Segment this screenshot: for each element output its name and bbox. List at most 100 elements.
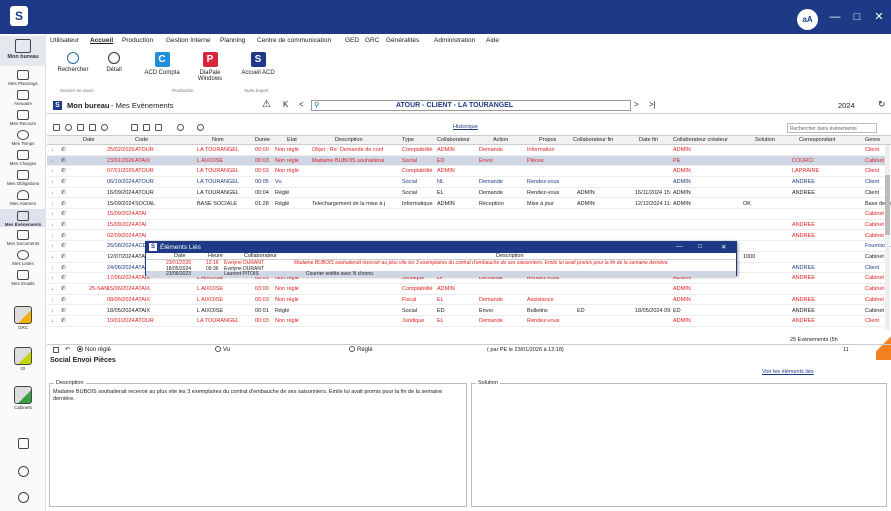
menu-gestion-interne[interactable]: Gestion Interne: [166, 37, 210, 44]
col-code[interactable]: Code: [135, 137, 148, 143]
sidebar-item-charges[interactable]: Mes Charges: [0, 150, 46, 166]
popup-row[interactable]: 23/06/2023 Laurent PITOIS Courrier entête …: [146, 271, 736, 277]
link-icon[interactable]: [101, 124, 108, 131]
table-row[interactable]: ↓ ✆ 18/05/2024 ATAIX L AIXOISE 00:01 Réglé Soci…: [47, 306, 887, 317]
sidebar-item-evenements[interactable]: Mes Évènements: [0, 209, 46, 227]
col-genre[interactable]: Genre: [865, 137, 880, 143]
historique-link[interactable]: Historique: [453, 124, 478, 130]
sidebar-item-documents[interactable]: Mes Documents: [0, 230, 46, 246]
sidebar-item-cabinets[interactable]: Cabinets: [0, 386, 46, 410]
table-row[interactable]: ↓ ✆ 15/09/2024 SOCIAL BASE SOCIALE 01:28 Réglé…: [47, 199, 891, 210]
close-button[interactable]: ✕: [872, 10, 886, 24]
solution-panel[interactable]: Solution: [471, 380, 887, 507]
print-icon[interactable]: [89, 124, 96, 131]
table-row[interactable]: ↓ ✆ 25-SAN 15/06/2024 ATAIX L AIXOISE 03:00 Non…: [47, 284, 887, 295]
sidebar-item-gi[interactable]: GI: [0, 347, 46, 371]
sidebar-item-obligations[interactable]: Mes Obligations: [0, 170, 46, 186]
table-row[interactable]: ↓ ✆ 15/09/2024 ATAI Cabinet: [47, 209, 887, 220]
sidebar-item-emails[interactable]: Mes Emails: [0, 270, 46, 286]
col-duree[interactable]: Durée: [255, 137, 270, 143]
sidebar-item-temps[interactable]: Mes Temps: [0, 130, 46, 146]
chart-icon[interactable]: [131, 124, 138, 131]
menu-ged[interactable]: GED: [345, 37, 359, 44]
undo-icon[interactable]: ↶: [65, 346, 70, 353]
table-row[interactable]: ↓ ✆ 07/01/2026 ATOUR LA TOURANGEL 00:03 Non ré…: [47, 166, 887, 177]
sidebar-item-grc[interactable]: GRC: [0, 306, 46, 330]
table-row[interactable]: ↓ ✆ 23/01/2026 ATAIX L AIXOISE 00:03 Non réglé…: [47, 155, 887, 167]
info-button[interactable]: [0, 492, 46, 503]
vertical-scrollbar[interactable]: [885, 145, 890, 330]
menu-grc[interactable]: GRC: [365, 37, 379, 44]
refresh-icon[interactable]: [177, 124, 184, 131]
maximize-button[interactable]: □: [850, 10, 864, 24]
col-description[interactable]: Description: [335, 137, 363, 143]
next-button[interactable]: >: [634, 100, 639, 109]
last-button[interactable]: >|: [649, 100, 656, 109]
col-solution[interactable]: Solution: [755, 137, 775, 143]
popup-close[interactable]: ✕: [721, 243, 726, 251]
col-etat[interactable]: Etat: [287, 137, 297, 143]
minimize-button[interactable]: —: [828, 10, 842, 24]
col-collaborateur-fin[interactable]: Collaborateur fin: [573, 137, 613, 143]
detail-button[interactable]: Détail: [99, 52, 129, 73]
new-icon[interactable]: [53, 124, 60, 131]
refresh-icon[interactable]: ↻: [878, 99, 886, 110]
menu-accueil[interactable]: Accueil: [90, 37, 113, 44]
first-button[interactable]: K: [283, 100, 288, 109]
export-icon[interactable]: [155, 124, 162, 131]
radio-regle[interactable]: Réglé: [349, 346, 373, 353]
sidebar-item-mon-bureau[interactable]: Mon bureau: [0, 36, 46, 66]
diapaie-button[interactable]: P DiaPaie Windows: [190, 52, 230, 82]
client-field[interactable]: ⚲ ATOUR - CLIENT - LA TOURANGEL: [311, 100, 631, 111]
col-correspondant[interactable]: Correspondant: [799, 137, 835, 143]
table-row[interactable]: ↓ ✆ 10/01/2024 ATOUR LA TOURANGEL 00:03 Non ré…: [47, 316, 887, 327]
linked-elements-link[interactable]: Voir les éléments liés: [762, 369, 814, 375]
popup-maximize[interactable]: □: [698, 243, 702, 250]
search-button[interactable]: [0, 466, 46, 477]
settings-icon[interactable]: [197, 124, 204, 131]
col-type[interactable]: Type: [402, 137, 414, 143]
menu-administration[interactable]: Administration: [434, 37, 475, 44]
popup-minimize[interactable]: —: [676, 243, 683, 250]
event-search-input[interactable]: Rechercher dans évènements: [787, 123, 877, 133]
col-date[interactable]: Date: [83, 137, 95, 143]
sidebar-item-listes[interactable]: Mes Listes: [0, 250, 46, 266]
table-row[interactable]: ↓ ✆ 16/09/2024 ATOUR LA TOURANGEL 00:04 Réglé S…: [47, 188, 887, 199]
radio-non-regle[interactable]: Non réglé: [77, 346, 111, 353]
col-collaborateur-createur[interactable]: Collaborateur créateur: [673, 137, 728, 143]
col-action[interactable]: Action: [493, 137, 508, 143]
avatar[interactable]: aA: [797, 9, 818, 30]
table-row[interactable]: ↓ ✆ 08/06/2024 ATAIX L AIXOISE 00:03 Non réglé…: [47, 295, 887, 306]
help-button[interactable]: [0, 438, 46, 449]
save-icon[interactable]: [53, 347, 59, 353]
accueil-acd-button[interactable]: S Accueil ACD: [238, 52, 278, 76]
sidebar-item-plannings[interactable]: Mes Plannings: [0, 70, 46, 86]
acd-compta-button[interactable]: C ACD Compta: [142, 52, 182, 76]
sidebar-item-annuaire[interactable]: Annuaire: [0, 90, 46, 106]
menu-aide[interactable]: Aide: [486, 37, 499, 44]
menu-generalites[interactable]: Généralités: [386, 37, 419, 44]
col-nom[interactable]: Nom: [212, 137, 224, 143]
menu-production[interactable]: Production: [122, 37, 153, 44]
table-row[interactable]: ↓ ✆ 25/02/2026 ATOUR LA TOURANGEL 00:00 Non ré…: [47, 145, 887, 156]
description-panel[interactable]: Description Madame BUBOIS souhaiterait r…: [49, 380, 467, 507]
prev-button[interactable]: <: [299, 100, 304, 109]
table-row[interactable]: ↓ ✆ 06/10/2024 ATOUR LA TOURANGEL 00:05 Vu Soci…: [47, 177, 887, 188]
col-date-fin[interactable]: Date fin: [639, 137, 658, 143]
table-row[interactable]: ↓ ✆ 15/09/2024 ATAI ANDREE Cabinet: [47, 220, 887, 231]
menu-utilisateur[interactable]: Utilisateur: [50, 37, 79, 44]
grid-icon[interactable]: [143, 124, 150, 131]
sidebar-item-recours[interactable]: Mes Recours: [0, 110, 46, 126]
menu-centre-communication[interactable]: Centre de communication: [257, 37, 331, 44]
col-propos[interactable]: Propos: [539, 137, 556, 143]
delete-icon[interactable]: [77, 124, 84, 131]
sidebar-item-alarmes[interactable]: Mes Alarmes: [0, 190, 46, 206]
radio-vu[interactable]: Vu: [215, 346, 230, 353]
col-collaborateur[interactable]: Collaborateur: [437, 137, 470, 143]
warning-icon[interactable]: ⚠: [262, 99, 271, 110]
menu-planning[interactable]: Planning: [220, 37, 245, 44]
scrollbar-thumb[interactable]: [885, 175, 890, 235]
table-row[interactable]: ↓ ✆ 02/09/2024 ATAI ANDREE Cabinet: [47, 231, 887, 242]
search-icon[interactable]: [65, 124, 72, 131]
rechercher-button[interactable]: Rechercher: [55, 52, 91, 73]
